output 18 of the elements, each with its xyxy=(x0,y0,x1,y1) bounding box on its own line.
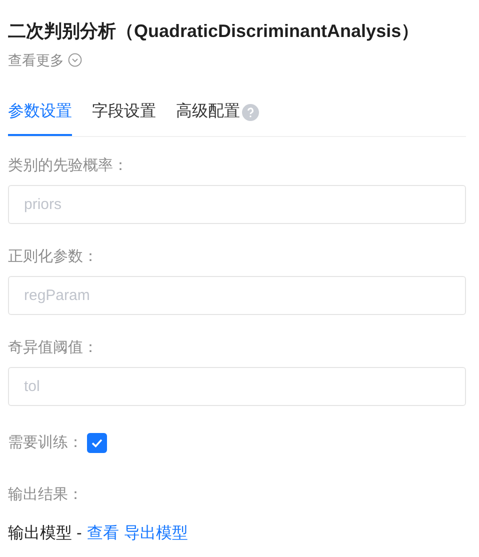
input-field[interactable]: priors xyxy=(8,185,466,224)
tab[interactable]: 参数设置 xyxy=(8,100,72,136)
chevron-down-icon xyxy=(68,53,82,67)
view-more-link[interactable]: 查看更多 xyxy=(8,50,64,70)
checkbox[interactable] xyxy=(87,433,107,453)
input-field[interactable]: regParam xyxy=(8,276,466,315)
field-label: 正则化参数： xyxy=(8,247,99,267)
section-label: 输出结果： xyxy=(8,485,84,505)
field-label: 需要训练： xyxy=(8,433,83,453)
tab[interactable]: 高级配置 xyxy=(176,100,259,136)
link[interactable]: 导出模型 xyxy=(124,522,188,546)
page-title: 二次判别分析（QuadraticDiscriminantAnalysis） xyxy=(8,20,420,43)
field-label: 奇异值阈值： xyxy=(8,338,99,358)
output-text: 输出模型 - xyxy=(8,524,82,544)
field-label: 类别的先验概率： xyxy=(8,156,129,176)
link[interactable]: 查看 xyxy=(86,522,119,546)
input-field[interactable]: tol xyxy=(8,367,466,406)
tab[interactable]: 字段设置 xyxy=(92,100,156,136)
